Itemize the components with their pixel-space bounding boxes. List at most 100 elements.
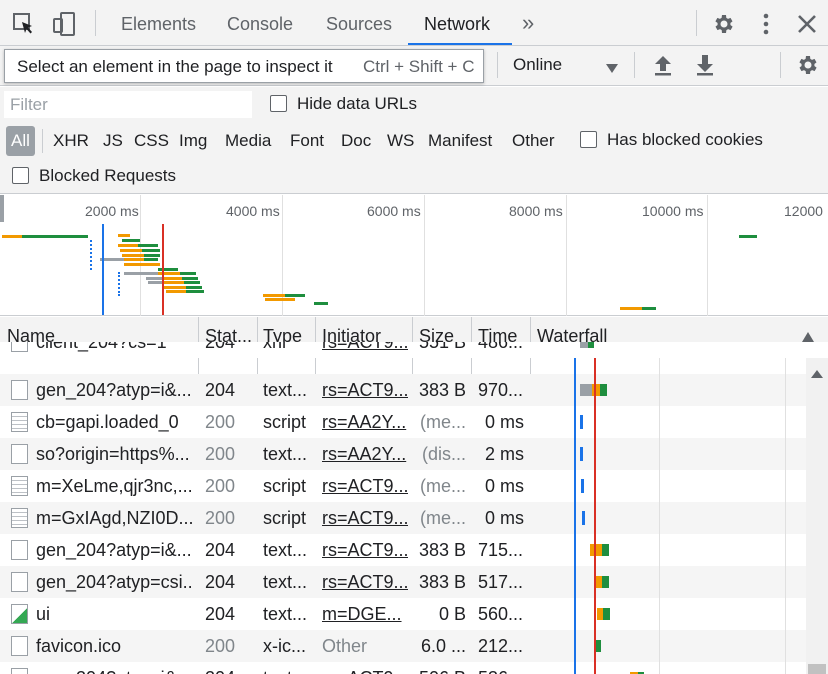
filter-type-css[interactable]: CSS bbox=[134, 130, 169, 152]
overview-bar bbox=[148, 281, 162, 284]
tab-network[interactable]: Network bbox=[408, 0, 512, 45]
overview-bar bbox=[22, 235, 88, 238]
hide-data-urls-checkbox[interactable] bbox=[270, 95, 287, 112]
overview-bar bbox=[158, 268, 178, 271]
overview-bar bbox=[164, 286, 186, 289]
image-file-icon bbox=[11, 604, 28, 624]
dom-content-loaded-line bbox=[574, 358, 576, 674]
filter-type-js[interactable]: JS bbox=[103, 130, 123, 152]
throttling-select[interactable]: Online bbox=[513, 55, 562, 75]
has-blocked-cookies-label: Has blocked cookies bbox=[607, 130, 763, 149]
table-row[interactable]: ui 204 text... m=DGE... 0 B 560... bbox=[0, 598, 828, 630]
scrollbar-thumb[interactable] bbox=[808, 664, 826, 674]
network-settings-gear-icon[interactable] bbox=[795, 53, 819, 77]
overview-tick: 12000 bbox=[784, 203, 823, 219]
overview-gridline bbox=[566, 195, 567, 316]
waterfall-bar bbox=[582, 511, 585, 525]
dropdown-arrow-icon[interactable] bbox=[606, 61, 618, 73]
cell-type: script bbox=[263, 412, 307, 432]
filter-type-all[interactable]: All bbox=[6, 126, 35, 156]
overview-bar bbox=[122, 254, 144, 257]
cell-initiator[interactable]: rs=ACT9... bbox=[322, 342, 408, 358]
more-tabs-button[interactable]: » bbox=[522, 0, 534, 45]
cell-initiator[interactable]: rs=ACT9... bbox=[322, 502, 408, 534]
document-file-icon bbox=[11, 636, 28, 656]
more-options-icon[interactable] bbox=[756, 12, 776, 36]
cell-initiator[interactable]: rs=ACT9... bbox=[322, 374, 408, 406]
filter-type-media[interactable]: Media bbox=[225, 130, 271, 152]
cell-initiator[interactable]: rs=ACT9... bbox=[322, 662, 408, 674]
device-toolbar-icon[interactable] bbox=[52, 12, 76, 36]
settings-gear-icon[interactable] bbox=[711, 12, 735, 36]
waterfall-bar bbox=[581, 479, 584, 493]
tab-console[interactable]: Console bbox=[227, 0, 293, 45]
cell-initiator[interactable]: rs=AA2Y... bbox=[322, 406, 408, 438]
overview-bar bbox=[162, 281, 184, 284]
close-icon[interactable] bbox=[796, 13, 818, 35]
cell-status: 204 bbox=[205, 604, 236, 624]
export-har-icon[interactable] bbox=[694, 54, 716, 76]
inspect-element-icon[interactable] bbox=[12, 12, 36, 36]
sort-ascending-icon[interactable] bbox=[801, 330, 815, 342]
toolbar-divider bbox=[497, 52, 498, 78]
table-row[interactable]: gen_204?atyp=csi... 204 text... rs=ACT9... 3… bbox=[0, 566, 828, 598]
cell-initiator[interactable]: Other bbox=[322, 630, 408, 662]
table-row[interactable]: gen_204?atyp=i&... 204 text... rs=ACT9... 50… bbox=[0, 662, 828, 674]
cell-initiator[interactable]: rs=ACT9... bbox=[322, 470, 408, 502]
filter-type-xhr[interactable]: XHR bbox=[53, 130, 89, 152]
cell-name: gen_204?atyp=i&... bbox=[36, 662, 194, 674]
cell-name: gen_204?atyp=csi... bbox=[36, 572, 194, 592]
filter-type-manifest[interactable]: Manifest bbox=[428, 130, 492, 152]
waterfall-bar bbox=[602, 576, 609, 588]
scroll-up-arrow-icon[interactable] bbox=[810, 366, 824, 378]
overview-selection-handle[interactable] bbox=[0, 195, 4, 222]
overview-tick: 2000 ms bbox=[85, 203, 139, 219]
tab-elements[interactable]: Elements bbox=[121, 0, 196, 45]
has-blocked-cookies-checkbox[interactable] bbox=[580, 131, 597, 148]
table-row[interactable]: gen_204?atyp=i&... 204 text... rs=ACT9... 38… bbox=[0, 374, 828, 406]
cell-time: 560... bbox=[478, 604, 524, 624]
table-row[interactable]: m=GxIAgd,NZI0D... 200 script rs=ACT9... (me.… bbox=[0, 502, 828, 534]
filter-type-img[interactable]: Img bbox=[179, 130, 207, 152]
overview-bar bbox=[142, 249, 160, 252]
document-file-icon bbox=[11, 342, 28, 352]
overview-tick: 10000 ms bbox=[642, 203, 704, 219]
overview-bar bbox=[124, 258, 144, 261]
load-event-line bbox=[162, 224, 164, 315]
cell-initiator[interactable]: m=DGE... bbox=[322, 598, 408, 630]
filter-type-ws[interactable]: WS bbox=[387, 130, 414, 152]
table-row[interactable]: cb=gapi.loaded_0 200 script rs=AA2Y... (me..… bbox=[0, 406, 828, 438]
table-row[interactable]: so?origin=https%... 200 text... rs=AA2Y... (… bbox=[0, 438, 828, 470]
cell-name: m=GxIAgd,NZI0D... bbox=[36, 508, 194, 528]
cell-type: text... bbox=[263, 604, 308, 624]
document-file-icon bbox=[11, 380, 28, 400]
overview-bar bbox=[138, 244, 158, 247]
overview-bar bbox=[144, 258, 158, 261]
table-row[interactable]: m=XeLme,qjr3nc,... 200 script rs=ACT9... (me… bbox=[0, 470, 828, 502]
cell-time: 486... bbox=[478, 342, 524, 352]
scrollbar-track[interactable] bbox=[806, 358, 828, 674]
overview-bar bbox=[186, 290, 204, 293]
cell-initiator[interactable]: rs=AA2Y... bbox=[322, 438, 408, 470]
cell-time: 212... bbox=[478, 636, 524, 656]
filter-type-doc[interactable]: Doc bbox=[341, 130, 371, 152]
cell-name: client_204?cs=1 bbox=[36, 342, 167, 352]
blocked-requests-checkbox[interactable] bbox=[12, 167, 29, 184]
table-row[interactable]: favicon.ico 200 x-ic... Other 6.0 ... 212... bbox=[0, 630, 828, 662]
import-har-icon[interactable] bbox=[652, 54, 674, 76]
load-event-line bbox=[594, 358, 596, 674]
table-row[interactable]: gen_204?atyp=i&... 204 text... rs=ACT9... 38… bbox=[0, 534, 828, 566]
overview-tick-markers bbox=[118, 272, 121, 296]
filter-type-font[interactable]: Font bbox=[290, 130, 324, 152]
filter-input[interactable]: Filter bbox=[4, 91, 252, 118]
tab-sources[interactable]: Sources bbox=[326, 0, 392, 45]
cell-initiator[interactable]: rs=ACT9... bbox=[322, 566, 408, 598]
inspect-tooltip: Select an element in the page to inspect… bbox=[4, 49, 484, 83]
table-row[interactable]: client_204?cs=1 204 xhr rs=ACT9... 551 B 486.… bbox=[0, 342, 828, 358]
dom-content-loaded-line bbox=[102, 224, 104, 315]
cell-initiator[interactable]: rs=ACT9... bbox=[322, 534, 408, 566]
filter-type-other[interactable]: Other bbox=[512, 130, 555, 152]
cell-status: 204 bbox=[205, 540, 236, 560]
filter-divider bbox=[42, 129, 43, 153]
hide-data-urls-label: Hide data URLs bbox=[297, 94, 418, 113]
